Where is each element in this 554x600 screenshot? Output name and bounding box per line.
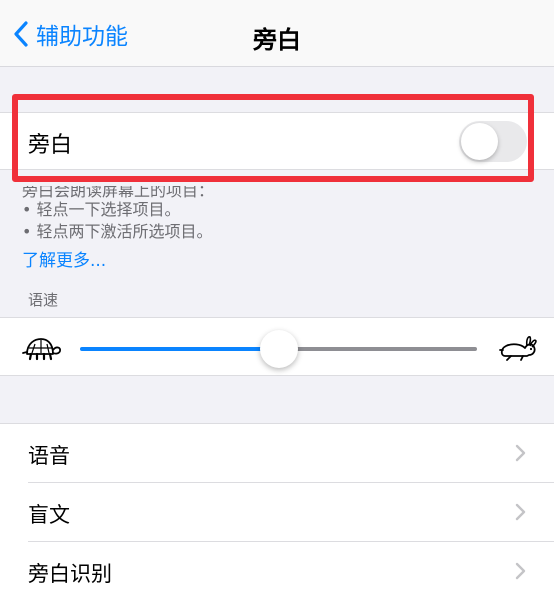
rabbit-icon xyxy=(497,334,537,366)
speech-rate-slider-thumb[interactable] xyxy=(259,330,298,368)
chevron-right-icon xyxy=(515,444,526,466)
speech-rate-row xyxy=(0,317,554,376)
chevron-right-icon xyxy=(515,503,526,525)
description-bullet-1: • 轻点一下选择项目。 xyxy=(22,200,181,219)
menu-item-braille[interactable]: 盲文 xyxy=(0,483,554,541)
voiceover-menu: 语音 盲文 旁白识别 xyxy=(0,423,554,600)
menu-item-label: 旁白识别 xyxy=(28,562,112,586)
navigation-bar: 辅助功能 旁白 xyxy=(0,0,554,67)
menu-item-speech[interactable]: 语音 xyxy=(0,424,554,482)
speech-rate-slider-track[interactable] xyxy=(278,347,477,351)
turtle-icon xyxy=(20,334,62,366)
menu-item-voiceover-recognition[interactable]: 旁白识别 xyxy=(0,542,554,600)
menu-item-label: 语音 xyxy=(28,444,70,468)
speech-rate-slider-fill xyxy=(80,347,279,351)
learn-more-link[interactable]: 了解更多... xyxy=(22,246,106,271)
menu-item-label: 盲文 xyxy=(28,503,70,527)
description-bullet-2: • 轻点两下激活所选项目。 xyxy=(22,222,213,241)
speech-rate-label: 语速 xyxy=(28,291,59,309)
highlight-box xyxy=(12,94,534,182)
page-title: 旁白 xyxy=(253,26,301,54)
chevron-right-icon xyxy=(515,562,526,584)
